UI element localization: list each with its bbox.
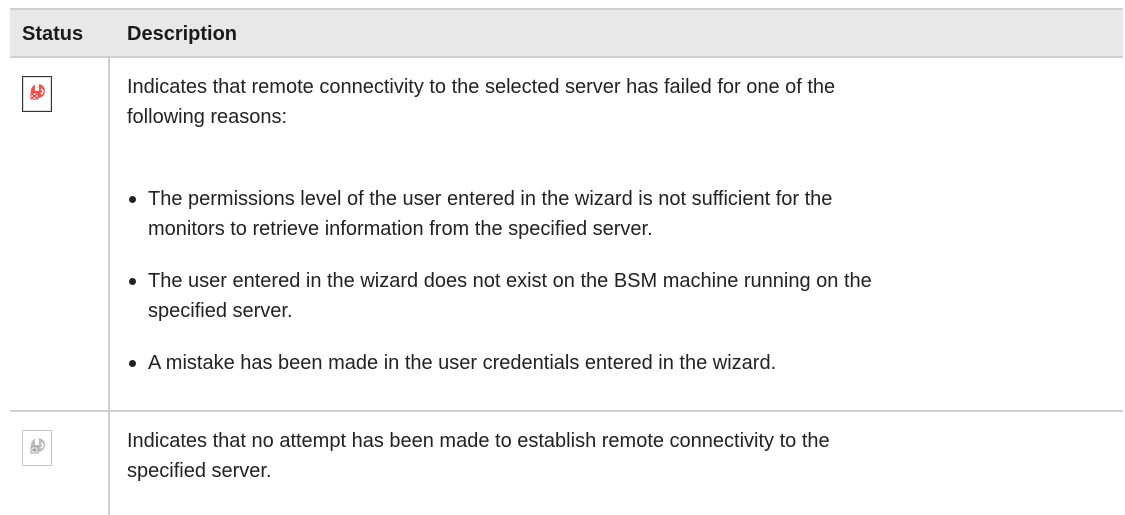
row-1-description-line-2: following reasons: <box>127 106 288 128</box>
header-status: Status <box>22 23 84 45</box>
bullet-1-dot <box>129 196 136 203</box>
bullet-2-dot <box>129 278 136 285</box>
bullet-3-line-1: A mistake has been made in the user cred… <box>148 352 777 374</box>
connectivity-failed-icon <box>22 76 52 112</box>
row-2-description-line-2: specified server. <box>127 460 272 482</box>
connectivity-not-attempted-icon <box>22 430 52 466</box>
bullet-3-dot <box>129 360 136 367</box>
row-2-description-line-1: Indicates that no attempt has been made … <box>127 430 830 452</box>
bullet-1-line-2: monitors to retrieve information from th… <box>148 218 653 240</box>
header-description: Description <box>127 23 238 45</box>
bullet-2-line-1: The user entered in the wizard does not … <box>148 270 872 292</box>
table-top-border <box>10 8 1123 10</box>
status-table: Status Description Indicates that remote… <box>10 8 1123 515</box>
bullet-2-line-2: specified server. <box>148 300 293 322</box>
column-divider <box>108 56 110 515</box>
header-divider <box>10 56 1123 58</box>
row-1-description-line-1: Indicates that remote connectivity to th… <box>127 76 836 98</box>
row-divider <box>10 410 1123 412</box>
bullet-1-line-1: The permissions level of the user entere… <box>148 188 833 210</box>
